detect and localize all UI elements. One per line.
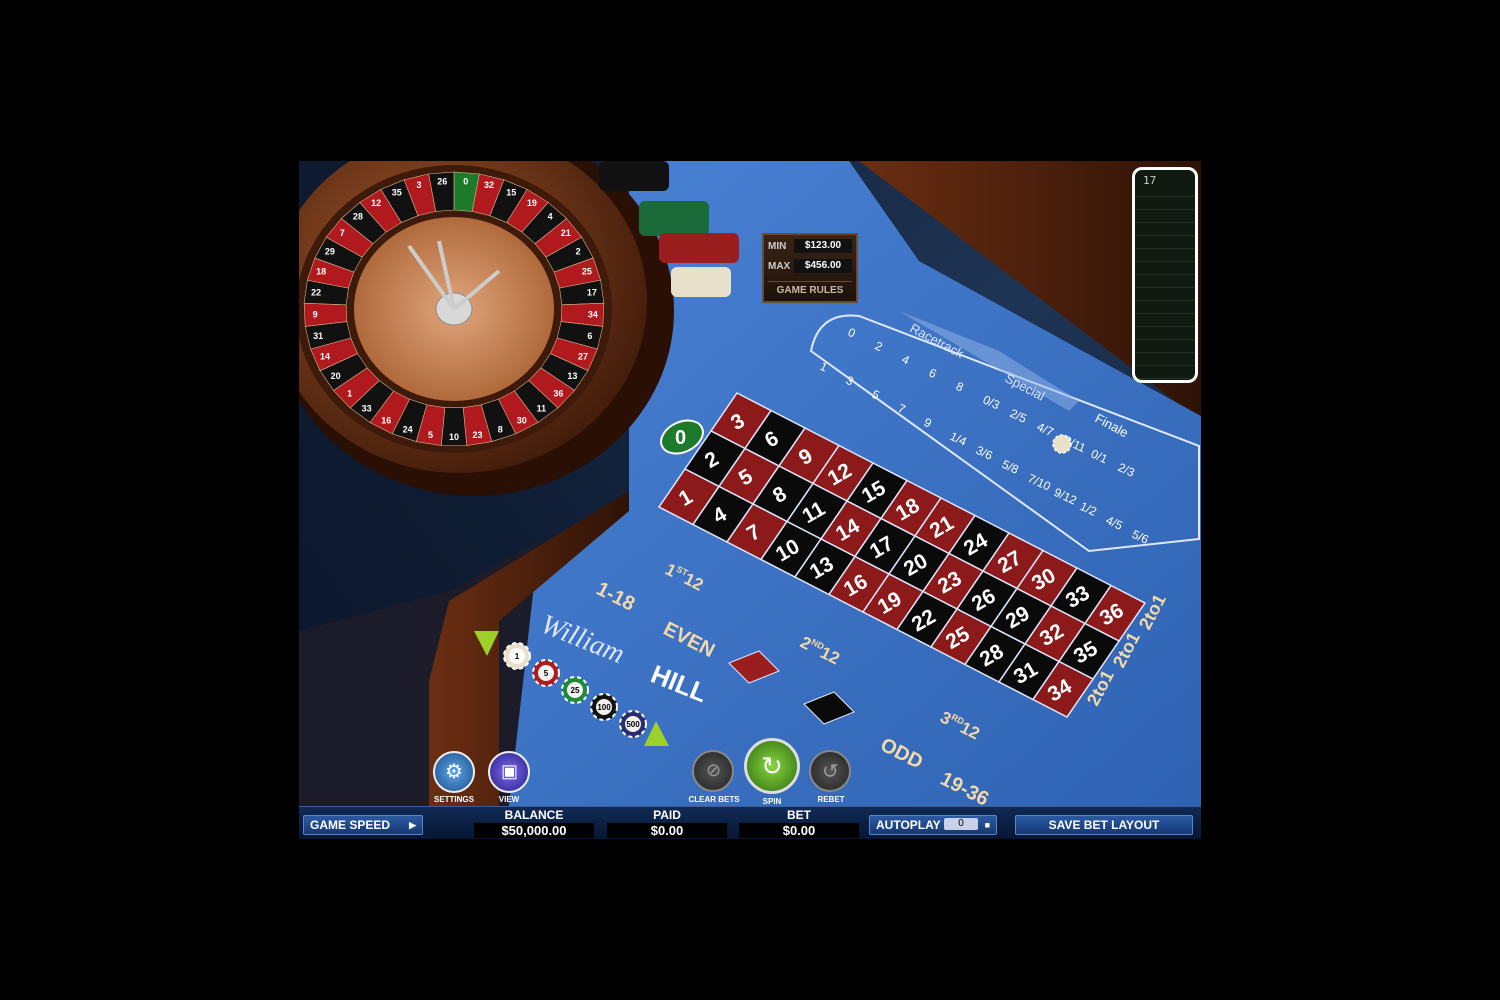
chip-value: 1 bbox=[515, 652, 520, 661]
wheel-number: 23 bbox=[472, 430, 482, 440]
wheel-number: 11 bbox=[537, 404, 547, 414]
rebet-button[interactable]: ↺ bbox=[809, 750, 851, 792]
wheel-number: 28 bbox=[353, 212, 363, 222]
chip-value: 5 bbox=[544, 669, 549, 678]
wheel-number: 1 bbox=[347, 389, 352, 399]
wheel-number: 4 bbox=[548, 212, 553, 222]
wheel-number: 8 bbox=[498, 425, 503, 435]
view-button[interactable]: ▣ bbox=[488, 751, 530, 793]
bet-display: BET $0.00 bbox=[739, 809, 859, 838]
stop-icon[interactable]: ■ bbox=[985, 820, 990, 830]
game-rules-button[interactable]: GAME RULES bbox=[768, 281, 852, 296]
history-slot bbox=[1135, 301, 1195, 314]
history-slot bbox=[1135, 327, 1195, 340]
wheel-number: 31 bbox=[313, 331, 323, 341]
wheel-number: 20 bbox=[331, 371, 341, 381]
chip-value: 25 bbox=[571, 686, 580, 695]
paid-label: PAID bbox=[653, 808, 681, 822]
wheel-number: 34 bbox=[588, 309, 598, 319]
hud-bar: GAME SPEED ▶ BALANCE $50,000.00 PAID $0.… bbox=[299, 806, 1201, 839]
camera-icon: ▣ bbox=[501, 761, 519, 781]
autoplay-count[interactable]: 0 bbox=[944, 818, 978, 830]
chip-value: 100 bbox=[597, 703, 611, 712]
wheel-number: 2 bbox=[576, 246, 581, 256]
wheel-number: 19 bbox=[527, 198, 537, 208]
wheel-number: 12 bbox=[371, 198, 381, 208]
wheel-number: 30 bbox=[517, 416, 527, 426]
wheel-number: 21 bbox=[561, 228, 571, 238]
wheel-number: 35 bbox=[392, 187, 402, 197]
gear-icon: ⚙ bbox=[445, 761, 463, 783]
history-slot bbox=[1135, 236, 1195, 249]
roulette-wheel: 0 321519421225173462713361130823105241633… bbox=[299, 161, 674, 496]
wheel-number: 0 bbox=[463, 176, 468, 186]
wheel-number: 14 bbox=[320, 352, 330, 362]
balance-value: $50,000.00 bbox=[474, 823, 594, 838]
history-slot bbox=[1135, 379, 1195, 380]
history-slot bbox=[1135, 275, 1195, 288]
wheel-number: 36 bbox=[553, 389, 563, 399]
wheel-number: 5 bbox=[428, 430, 433, 440]
history-slot bbox=[1135, 353, 1195, 366]
history-slot bbox=[1135, 210, 1195, 223]
history-slot bbox=[1135, 288, 1195, 301]
wheel-number: 9 bbox=[313, 309, 318, 319]
min-value: $123.00 bbox=[794, 239, 852, 253]
autoplay-label: AUTOPLAY bbox=[876, 818, 941, 832]
save-bet-layout-button[interactable]: SAVE BET LAYOUT bbox=[1015, 815, 1193, 835]
clear-icon: ⊘ bbox=[706, 760, 722, 780]
wheel-number: 32 bbox=[484, 180, 494, 190]
history-slot bbox=[1135, 314, 1195, 327]
min-label: MIN bbox=[768, 240, 787, 252]
wheel-number: 3 bbox=[416, 180, 421, 190]
wheel-number: 6 bbox=[587, 331, 592, 341]
wheel-number: 24 bbox=[403, 425, 413, 435]
history-last-number: 17 bbox=[1143, 174, 1157, 187]
spin-icon: ↻ bbox=[761, 751, 783, 781]
settings-button[interactable]: ⚙ bbox=[433, 751, 475, 793]
wheel-number: 18 bbox=[316, 267, 326, 277]
balance-display: BALANCE $50,000.00 bbox=[474, 809, 594, 838]
wheel-number: 17 bbox=[587, 288, 597, 298]
wheel-number: 33 bbox=[362, 404, 372, 414]
wheel-number: 29 bbox=[325, 246, 335, 256]
balance-label: BALANCE bbox=[504, 808, 564, 822]
roulette-game: 0 32 15 19 4 21 2 25 17 34 6 27 13 36 11 30 8 23 10 5 24 16 33… bbox=[299, 161, 1201, 839]
number-zero[interactable]: 0 bbox=[675, 427, 686, 449]
rebet-label: REBET bbox=[817, 795, 845, 804]
bet-value: $0.00 bbox=[739, 823, 859, 838]
spin-button[interactable]: ↻ bbox=[744, 738, 800, 794]
view-label: VIEW bbox=[498, 795, 520, 804]
paid-value: $0.00 bbox=[607, 823, 727, 838]
wheel-number: 22 bbox=[311, 288, 321, 298]
history-slot bbox=[1135, 249, 1195, 262]
history-slot bbox=[1135, 366, 1195, 379]
clear-bets-button[interactable]: ⊘ bbox=[692, 750, 734, 792]
placed-chip[interactable] bbox=[1052, 434, 1072, 454]
history-panel: 17 bbox=[1132, 167, 1198, 383]
paid-display: PAID $0.00 bbox=[607, 809, 727, 838]
bet-label: BET bbox=[787, 808, 811, 822]
limits-panel: MIN $123.00 MAX $456.00 GAME RULES bbox=[762, 233, 858, 303]
history-slot bbox=[1135, 340, 1195, 353]
max-value: $456.00 bbox=[794, 259, 852, 273]
play-icon: ▶ bbox=[409, 819, 416, 830]
wheel-number: 13 bbox=[567, 371, 577, 381]
game-speed-label: GAME SPEED bbox=[310, 818, 391, 832]
rebet-icon: ↺ bbox=[822, 761, 839, 783]
roulette-scene: 0 321519421225173462713361130823105241633… bbox=[299, 161, 1201, 811]
chip-value: 500 bbox=[626, 720, 640, 729]
history-slot bbox=[1135, 262, 1195, 275]
wheel-number: 15 bbox=[506, 187, 516, 197]
history-slot bbox=[1135, 197, 1195, 210]
game-speed-button[interactable]: GAME SPEED ▶ bbox=[303, 815, 423, 835]
wheel-number: 26 bbox=[437, 176, 447, 186]
wheel-number: 27 bbox=[578, 352, 588, 362]
wheel-number: 25 bbox=[582, 267, 592, 277]
max-label: MAX bbox=[768, 260, 791, 272]
wheel-number: 16 bbox=[381, 416, 391, 426]
history-slot bbox=[1135, 223, 1195, 236]
wheel-number: 10 bbox=[449, 432, 459, 442]
wheel-number: 7 bbox=[340, 228, 345, 238]
